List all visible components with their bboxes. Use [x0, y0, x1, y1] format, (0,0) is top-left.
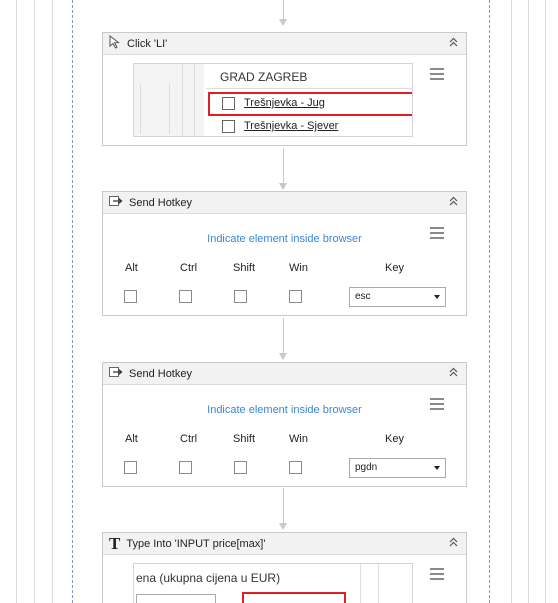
guide-line [34, 0, 35, 603]
item-checkbox [222, 97, 235, 110]
guide-line [528, 0, 529, 603]
guide-line [511, 0, 512, 603]
key-label: Key [385, 262, 404, 274]
win-label: Win [289, 433, 308, 445]
screenshot-left-pane [134, 64, 204, 136]
send-hotkey-activity[interactable]: Send Hotkey Indicate element inside brow… [102, 362, 467, 487]
type-into-icon: T [109, 533, 121, 553]
cursor-icon [109, 34, 121, 52]
guide-line [52, 0, 53, 603]
click-activity[interactable]: Click 'LI' GRAD ZAGREB Trešnjevka - Jug … [102, 32, 467, 146]
selected-element-highlight [242, 592, 346, 603]
shift-checkbox[interactable] [234, 461, 247, 474]
key-select[interactable]: esc [349, 287, 446, 307]
activity-title: Send Hotkey [129, 196, 192, 209]
ctrl-checkbox[interactable] [179, 290, 192, 303]
collapse-icon[interactable] [449, 36, 458, 52]
ctrl-label: Ctrl [180, 433, 198, 445]
activity-title: Click 'LI' [127, 37, 168, 50]
key-select[interactable]: pgdn [349, 458, 446, 478]
ctrl-label: Ctrl [180, 262, 198, 274]
connector-arrow [279, 318, 287, 360]
shift-label: Shift [233, 262, 256, 274]
shift-label: Shift [233, 433, 256, 445]
activity-title: Type Into 'INPUT price[max]' [126, 537, 266, 550]
activity-menu-button[interactable] [428, 225, 446, 241]
key-select-value: esc [355, 291, 371, 302]
alt-checkbox[interactable] [124, 461, 137, 474]
activity-header[interactable]: Click 'LI' [103, 33, 466, 55]
ctrl-checkbox[interactable] [179, 461, 192, 474]
hotkey-icon [109, 366, 123, 381]
sequence-border-left [72, 0, 73, 603]
alt-checkbox[interactable] [124, 290, 137, 303]
preview-label: ena (ukupna cijena u EUR) [136, 571, 281, 585]
chevron-down-icon [434, 466, 440, 470]
activity-menu-button[interactable] [428, 566, 446, 582]
alt-label: Alt [125, 433, 138, 445]
collapse-icon[interactable] [449, 366, 458, 382]
activity-header[interactable]: Send Hotkey [103, 192, 466, 214]
element-screenshot[interactable]: ena (ukupna cijena u EUR) [133, 563, 413, 603]
activity-menu-button[interactable] [428, 396, 446, 412]
shift-checkbox[interactable] [234, 290, 247, 303]
preview-input [136, 594, 216, 603]
connector-arrow [279, 0, 287, 26]
chevron-down-icon [434, 295, 440, 299]
collapse-icon[interactable] [449, 195, 458, 211]
win-checkbox[interactable] [289, 461, 302, 474]
key-label: Key [385, 433, 404, 445]
activity-title: Send Hotkey [129, 367, 192, 380]
workflow-canvas: Click 'LI' GRAD ZAGREB Trešnjevka - Jug … [0, 0, 558, 603]
activity-menu-button[interactable] [428, 66, 446, 82]
element-screenshot[interactable]: GRAD ZAGREB Trešnjevka - Jug Trešnjevka … [133, 63, 413, 137]
guide-line [545, 0, 546, 603]
alt-label: Alt [125, 262, 138, 274]
win-checkbox[interactable] [289, 290, 302, 303]
region-heading: GRAD ZAGREB [220, 70, 308, 84]
item-label: Trešnjevka - Jug [244, 97, 325, 109]
hotkey-icon [109, 195, 123, 210]
activity-header[interactable]: T Type Into 'INPUT price[max]' [103, 533, 466, 555]
activity-header[interactable]: Send Hotkey [103, 363, 466, 385]
connector-arrow [279, 148, 287, 190]
sequence-border-right [489, 0, 490, 603]
item-checkbox [222, 120, 235, 133]
guide-line [16, 0, 17, 603]
collapse-icon[interactable] [449, 536, 458, 552]
item-label: Trešnjevka - Sjever [244, 120, 339, 132]
connector-arrow [279, 488, 287, 530]
key-select-value: pgdn [355, 462, 378, 473]
type-into-activity[interactable]: T Type Into 'INPUT price[max]' ena (ukup… [102, 532, 467, 603]
win-label: Win [289, 262, 308, 274]
send-hotkey-activity[interactable]: Send Hotkey Indicate element inside brow… [102, 191, 467, 316]
indicate-element-link[interactable]: Indicate element inside browser [103, 233, 466, 245]
indicate-element-link[interactable]: Indicate element inside browser [103, 404, 466, 416]
